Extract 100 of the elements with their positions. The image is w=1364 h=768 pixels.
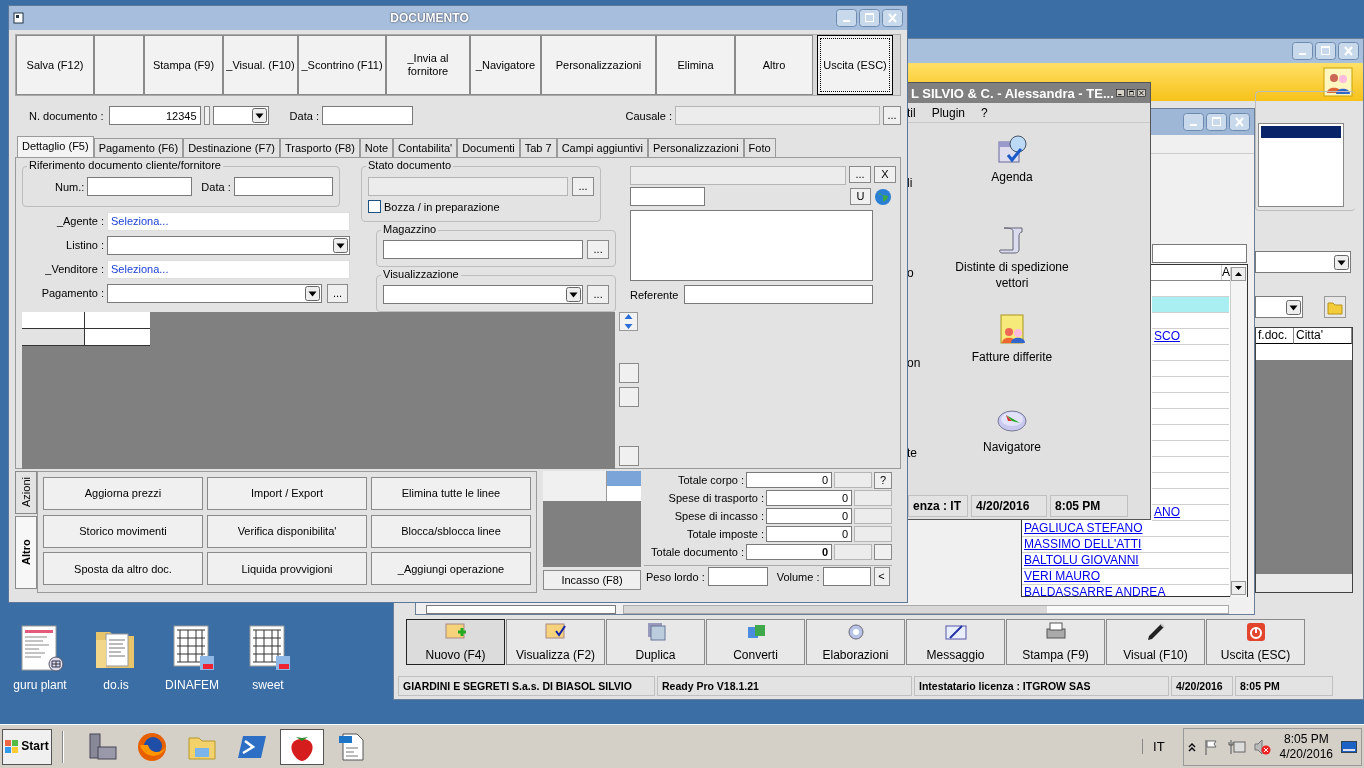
tab[interactable]: Tab 7 (519, 138, 557, 157)
launcher-label[interactable]: Distinte di spedizione vettori (942, 259, 1082, 291)
launcher-label[interactable]: te (907, 403, 937, 493)
grid-row[interactable]: SCO (1152, 329, 1229, 345)
launcher-label[interactable]: li (907, 133, 937, 223)
tab[interactable]: Campi aggiuntivi (556, 138, 648, 157)
button[interactable]: ... (587, 240, 609, 259)
action-button[interactable]: Elimina tutte le linee (371, 477, 531, 510)
grid-row[interactable]: BALDASSARRE ANDREA (1022, 585, 1229, 596)
clock-time[interactable]: 8:05 PM (1283, 731, 1329, 747)
total-field[interactable]: 0 (766, 508, 852, 524)
button[interactable]: ... (849, 166, 871, 183)
start-button[interactable]: Start (2, 728, 52, 765)
action-button[interactable]: Blocca/sblocca linee (371, 514, 531, 548)
total-field[interactable]: 0 (746, 472, 832, 488)
tab[interactable]: Personalizzazioni (648, 138, 744, 157)
input-field[interactable]: Seleziona... (107, 259, 350, 279)
status-bar-text: Ready Pro V18.1.21 (657, 676, 912, 696)
action-button[interactable]: Import / Export (207, 477, 367, 510)
toolbar-button[interactable]: Stampa (F9) (144, 35, 223, 95)
launcher-label[interactable]: Navigatore (942, 439, 1082, 455)
tab[interactable]: Foto (743, 138, 776, 157)
button[interactable]: ... (327, 283, 348, 303)
launcher-label[interactable]: o (907, 223, 937, 313)
grid-row[interactable]: VERI MAURO (1022, 569, 1229, 585)
button[interactable]: ... (587, 285, 609, 304)
toolbar-button[interactable]: _Visual. (F10) (223, 35, 298, 95)
button[interactable]: ? (874, 471, 892, 489)
tab[interactable]: Azioni (15, 471, 37, 514)
button[interactable]: < (873, 567, 890, 586)
toolbar-button[interactable]: Salva (F12) (16, 35, 94, 95)
toolbar-button[interactable]: _Navigatore (470, 35, 541, 95)
toolbar-button[interactable]: Personalizzazioni (541, 35, 656, 95)
tab[interactable]: Pagamento (F6) (93, 138, 184, 157)
action-button[interactable]: Sposta da altro doc. (43, 552, 203, 586)
toolbar-button[interactable]: _Scontrino (F11) (298, 35, 386, 95)
clock-date[interactable]: 4/20/2016 (1279, 746, 1333, 762)
link[interactable]: MASSIMO DELL'ATTI (1024, 537, 1142, 551)
button[interactable]: ... (572, 177, 594, 196)
desktop-icon-label[interactable]: guru plant (13, 678, 67, 692)
grid-row[interactable]: BALTOLU GIOVANNI (1022, 553, 1229, 569)
toolbar-button[interactable]: Messaggio (906, 619, 1005, 665)
menu-item[interactable]: ? (981, 105, 988, 120)
total-field[interactable]: 0 (746, 544, 832, 560)
button[interactable]: Incasso (F8) (543, 570, 641, 590)
toolbar-button[interactable]: Visual (F10) (1106, 619, 1205, 665)
toolbar-button[interactable]: Visualizza (F2) (506, 619, 605, 665)
action-button[interactable]: Aggiorna prezzi (43, 477, 203, 510)
toolbar-button[interactable]: Converti (706, 619, 805, 665)
document-number-field[interactable]: 12345 (108, 106, 201, 125)
field-label: Causale : (625, 109, 672, 122)
desktop-icon-label[interactable]: do.is (103, 678, 129, 692)
status-bar-text: enza : IT (908, 495, 968, 517)
button[interactable]: ... (883, 106, 901, 125)
link[interactable]: BALDASSARRE ANDREA (1024, 585, 1166, 596)
grid-row[interactable]: MASSIMO DELL'ATTI (1022, 537, 1229, 553)
menu-item[interactable]: til (907, 105, 916, 120)
action-button[interactable]: Storico movimenti (43, 514, 203, 548)
link[interactable]: SCO (1154, 329, 1180, 343)
toolbar-button[interactable]: Elaborazioni (806, 619, 905, 665)
toolbar-button[interactable]: Duplica (606, 619, 705, 665)
button[interactable]: U (850, 188, 871, 205)
toolbar-button[interactable]: _Invia al fornitore (386, 35, 470, 95)
toolbar-button[interactable]: Uscita (ESC) (1206, 619, 1305, 665)
tab[interactable]: Contabilita' (393, 138, 458, 157)
toolbar-button[interactable]: Elimina (656, 35, 735, 95)
action-button[interactable]: _Aggiungi operazione (371, 552, 531, 586)
total-label: Spese di incasso : (673, 510, 764, 522)
tab[interactable]: Documenti (457, 138, 520, 157)
launcher-label[interactable]: on (907, 313, 937, 403)
total-field[interactable]: 0 (766, 490, 852, 506)
launcher-label[interactable]: Agenda (942, 169, 1082, 185)
action-button[interactable]: Liquida provvigioni (207, 552, 367, 586)
language-indicator[interactable]: IT (1142, 739, 1175, 754)
field-label: Num.: (55, 180, 85, 193)
toolbar-button[interactable]: Uscita (ESC) (817, 35, 893, 95)
total-field[interactable]: 0 (766, 526, 852, 542)
menu-item[interactable]: Plugin (931, 105, 966, 120)
toolbar-button[interactable]: Altro (735, 35, 813, 95)
button[interactable]: X (874, 166, 896, 183)
link[interactable]: ANO (1154, 505, 1180, 519)
toolbar-button[interactable]: Stampa (F9) (1006, 619, 1105, 665)
grid-row[interactable]: PAGLIUCA STEFANO (1022, 521, 1229, 537)
desktop-icon-label[interactable]: sweet (252, 678, 284, 692)
tab[interactable]: Trasporto (F8) (279, 138, 360, 157)
input-field[interactable]: Seleziona... (107, 211, 350, 231)
tab[interactable]: Dettaglio (F5) (17, 136, 94, 157)
link[interactable]: PAGLIUCA STEFANO (1024, 521, 1143, 535)
link[interactable]: VERI MAURO (1024, 569, 1100, 583)
toolbar-button[interactable]: Nuovo (F4) (406, 619, 505, 665)
column-header[interactable]: A (1222, 265, 1230, 280)
tab[interactable]: Note (359, 138, 394, 157)
desktop-icon-label[interactable]: DINAFEM (165, 678, 219, 692)
field-label: Listino : (65, 239, 104, 251)
tab[interactable]: Destinazione (F7) (183, 138, 280, 157)
tab[interactable]: Altro (15, 516, 37, 589)
launcher-label[interactable]: Fatture differite (942, 349, 1082, 365)
grid-row[interactable]: ANO (1152, 505, 1229, 521)
link[interactable]: BALTOLU GIOVANNI (1024, 553, 1139, 567)
action-button[interactable]: Verifica disponibilita' (207, 514, 367, 548)
